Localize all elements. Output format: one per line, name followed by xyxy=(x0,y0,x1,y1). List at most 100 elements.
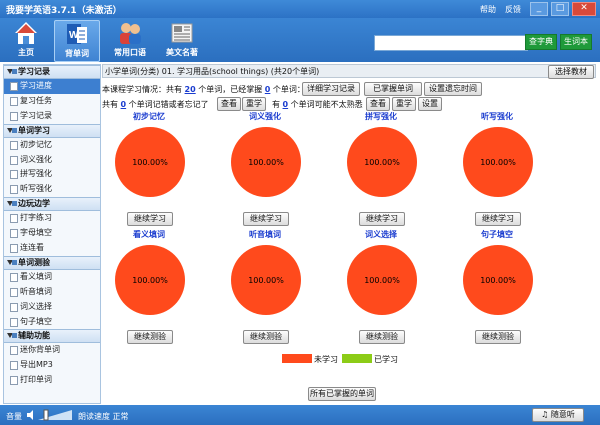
chart-title: 初步记忆 xyxy=(133,112,165,121)
toolbar-reading-label: 美文名著 xyxy=(166,48,198,57)
group-icon xyxy=(12,201,17,207)
chart-title: 听音填词 xyxy=(249,230,281,239)
all-mastered-words-button[interactable]: 所有已掌握的单词 xyxy=(308,387,376,401)
forgot-text-a: 共有 xyxy=(102,100,118,109)
continue-button[interactable]: 继续测验 xyxy=(243,330,289,344)
forgot-summary: 共有 0 个单词记错或者忘记了 xyxy=(102,99,209,110)
sidebar-item-label: 复习任务 xyxy=(20,95,52,105)
close-icon[interactable]: ✕ xyxy=(572,2,596,16)
forget-interval-button[interactable]: 设置遗忘时间 xyxy=(424,82,482,96)
chart-title: 句子填空 xyxy=(481,230,513,239)
toolbar-vocab-label: 背单词 xyxy=(65,49,89,58)
sidebar-group[interactable]: 单词测验 xyxy=(4,255,100,270)
sidebar-item[interactable]: 句子填空 xyxy=(4,315,100,330)
select-material-button[interactable]: 选择教材 xyxy=(548,65,594,79)
unfamiliar-settings-button[interactable]: 设置 xyxy=(418,97,442,111)
help-link[interactable]: 帮助 xyxy=(480,4,496,15)
dictionary-search-input[interactable] xyxy=(374,35,528,51)
document-icon xyxy=(10,317,18,327)
chart-title: 词义强化 xyxy=(249,112,281,121)
sidebar-item-label: 导出MP3 xyxy=(20,360,53,370)
minimize-icon[interactable]: _ xyxy=(530,2,548,16)
pie-slice-label: 100.00% xyxy=(364,158,400,167)
main-content: 小学单词(分类) 01. 学习用品(school things) (共20个单词… xyxy=(102,64,596,402)
continue-button[interactable]: 继续测验 xyxy=(359,330,405,344)
sidebar-item[interactable]: 打印单词 xyxy=(4,373,100,388)
mastered-words-button[interactable]: 已掌握单词 xyxy=(364,82,422,96)
view-forgot-button[interactable]: 查看 xyxy=(217,97,241,111)
legend-label-unlearned: 未学习 xyxy=(314,355,338,364)
continue-button[interactable]: 继续测验 xyxy=(127,330,173,344)
continue-button[interactable]: 继续学习 xyxy=(475,212,521,226)
legend-swatch-unlearned xyxy=(282,354,312,363)
sidebar-item[interactable]: 学习进度 xyxy=(4,79,100,94)
sidebar-item[interactable]: 字母填空 xyxy=(4,226,100,241)
unfamiliar-summary: 有 0 个单词可能不太熟悉 xyxy=(272,99,363,110)
sidebar-item-label: 听写强化 xyxy=(20,184,52,194)
legend-swatch-learned xyxy=(342,354,372,363)
progress-pie-chart: 100.00% xyxy=(463,245,533,315)
mastered-word-count: 0 xyxy=(264,85,271,94)
speaker-icon[interactable] xyxy=(26,410,36,420)
sidebar-group[interactable]: 学习记录 xyxy=(4,65,100,79)
sidebar-item[interactable]: 听写强化 xyxy=(4,182,100,197)
sidebar-item-label: 初步记忆 xyxy=(20,139,52,149)
sidebar-item-label: 词义选择 xyxy=(20,301,52,311)
sidebar-group[interactable]: 辅助功能 xyxy=(4,329,100,344)
pie-slice-label: 100.00% xyxy=(248,158,284,167)
sidebar-item-label: 连连看 xyxy=(20,243,44,253)
sidebar-item[interactable]: 拼写强化 xyxy=(4,167,100,182)
document-icon xyxy=(10,287,18,297)
summary-text-a: 本课程学习情况：共有 xyxy=(102,85,182,94)
random-listen-button[interactable]: ♫ 随意听 xyxy=(532,408,584,422)
maximize-icon[interactable]: □ xyxy=(551,2,569,16)
home-icon xyxy=(15,22,37,44)
sidebar-item[interactable]: 学习记录 xyxy=(4,109,100,124)
sidebar-item-label: 句子填空 xyxy=(20,316,52,326)
sidebar-item[interactable]: 导出MP3 xyxy=(4,358,100,373)
feedback-link[interactable]: 反馈 xyxy=(505,4,521,15)
document-icon xyxy=(10,272,18,282)
sidebar-item-label: 拼写强化 xyxy=(20,169,52,179)
volume-slider[interactable] xyxy=(38,409,72,421)
relearn-forgot-button[interactable]: 重学 xyxy=(242,97,266,111)
forgot-text-b: 个单词记错或者忘记了 xyxy=(128,100,209,109)
sidebar-item-label: 迷你背单词 xyxy=(20,345,60,355)
pie-slice-label: 100.00% xyxy=(132,276,168,285)
relearn-unfamiliar-button[interactable]: 重学 xyxy=(392,97,416,111)
sidebar-item[interactable]: 打字练习 xyxy=(4,211,100,226)
sidebar-item[interactable]: 听音填词 xyxy=(4,285,100,300)
sidebar-group[interactable]: 单词学习 xyxy=(4,123,100,138)
sidebar-item[interactable]: 词义强化 xyxy=(4,153,100,168)
vocab-book-button[interactable]: 生词本 xyxy=(560,34,592,50)
document-icon xyxy=(10,302,18,312)
sidebar-item[interactable]: 连连看 xyxy=(4,241,100,256)
sidebar-item-label: 学习记录 xyxy=(20,110,52,120)
continue-button[interactable]: 继续测验 xyxy=(475,330,521,344)
sidebar-group-label: 单词学习 xyxy=(18,125,50,135)
view-unfamiliar-button[interactable]: 查看 xyxy=(366,97,390,111)
toolbar-speaking-button[interactable]: 常用口语 xyxy=(108,20,152,60)
sidebar-item[interactable]: 词义选择 xyxy=(4,300,100,315)
dictionary-button[interactable]: 查字典 xyxy=(525,34,557,50)
continue-button[interactable]: 继续学习 xyxy=(243,212,289,226)
sidebar-item[interactable]: 复习任务 xyxy=(4,94,100,109)
title-bar-controls: 帮助 反馈 _ □ ✕ xyxy=(480,2,596,16)
toolbar-reading-button[interactable]: 美文名著 xyxy=(160,20,204,60)
word-book-icon: W xyxy=(67,24,87,44)
document-icon xyxy=(10,82,18,91)
document-icon xyxy=(10,214,18,224)
total-word-count: 20 xyxy=(184,85,196,94)
sidebar: 学习记录 学习进度 复习任务 学习记录 单词学习 初步记忆 词义强化 拼写强化 听写强化 边玩边学… xyxy=(3,64,101,404)
progress-pie-chart: 100.00% xyxy=(347,127,417,197)
sidebar-item[interactable]: 看义填词 xyxy=(4,270,100,285)
toolbar-vocab-button[interactable]: W 背单词 xyxy=(54,20,100,62)
sidebar-item[interactable]: 迷你背单词 xyxy=(4,343,100,358)
sidebar-group[interactable]: 边玩边学 xyxy=(4,197,100,212)
toolbar-home-button[interactable]: 主页 xyxy=(4,20,48,60)
detail-record-button[interactable]: 详细学习记录 xyxy=(302,82,360,96)
continue-button[interactable]: 继续学习 xyxy=(127,212,173,226)
continue-button[interactable]: 继续学习 xyxy=(359,212,405,226)
sidebar-item[interactable]: 初步记忆 xyxy=(4,138,100,153)
sidebar-item-label: 看义填词 xyxy=(20,271,52,281)
